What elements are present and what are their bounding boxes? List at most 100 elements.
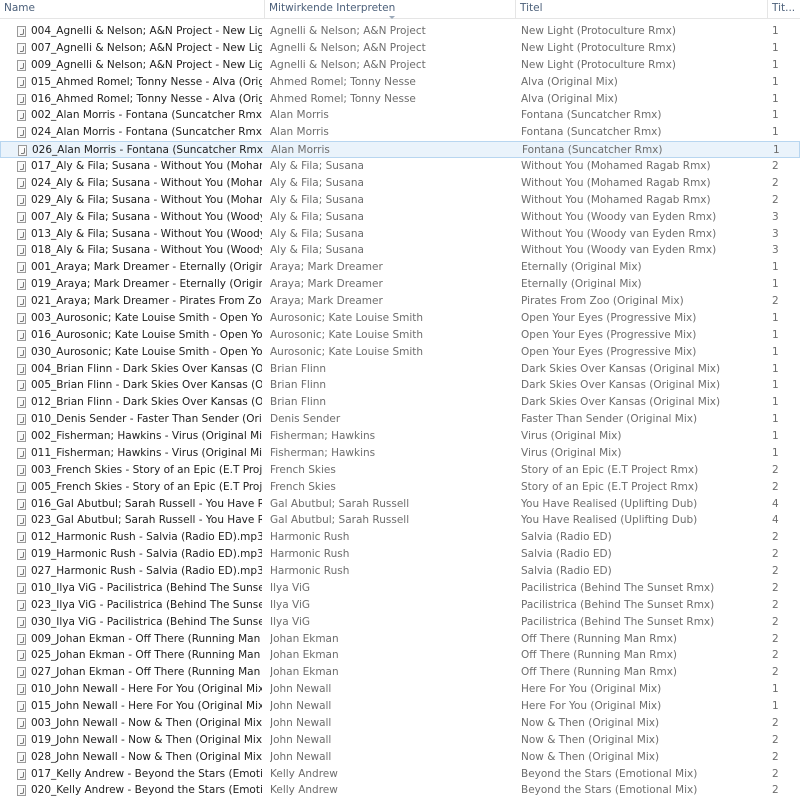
file-row[interactable]: 024_Aly & Fila; Susana - Without You (Mo… — [0, 175, 800, 192]
file-name: 012_Harmonic Rush - Salvia (Radio ED).mp… — [31, 531, 262, 544]
file-row[interactable]: 003_John Newall - Now & Then (Original M… — [0, 715, 800, 732]
file-artists: Aurosonic; Kate Louise Smith — [270, 328, 424, 341]
file-row[interactable]: 019_Araya; Mark Dreamer - Eternally (Ori… — [0, 276, 800, 293]
file-row[interactable]: 012_Brian Flinn - Dark Skies Over Kansas… — [0, 394, 800, 411]
audio-file-icon — [17, 684, 26, 696]
file-artists: Brian Flinn — [270, 362, 327, 375]
file-artists: Fisherman; Hawkins — [270, 430, 376, 442]
file-artists: Gal Abutbul; Sarah Russell — [270, 497, 410, 510]
audio-file-icon — [17, 549, 26, 561]
file-track-number: 1 — [772, 278, 779, 291]
file-row[interactable]: 011_Fisherman; Hawkins - Virus (Original… — [0, 445, 800, 462]
audio-file-icon — [17, 701, 26, 712]
file-row[interactable]: 024_Alan Morris - Fontana (Suncatcher Rm… — [0, 124, 800, 141]
file-row[interactable]: 002_Alan Morris - Fontana (Suncatcher Rm… — [0, 107, 800, 124]
column-header-track[interactable]: Tit... — [768, 0, 800, 18]
file-row[interactable]: 010_Ilya ViG - Pacilistrica (Behind The … — [0, 580, 800, 597]
file-row[interactable]: 010_Denis Sender - Faster Than Sender (O… — [0, 411, 800, 428]
audio-file-icon — [17, 76, 26, 88]
file-row[interactable]: 007_Aly & Fila; Susana - Without You (Wo… — [0, 209, 800, 226]
file-name: 027_Harmonic Rush - Salvia (Radio ED).mp… — [31, 565, 262, 577]
file-name: 010_Ilya ViG - Pacilistrica (Behind The … — [31, 581, 262, 594]
file-artists: Aly & Fila; Susana — [270, 160, 364, 172]
file-track-number: 1 — [772, 126, 779, 139]
column-header-title[interactable]: Titel — [516, 0, 768, 18]
file-track-number: 2 — [772, 632, 779, 645]
file-row[interactable]: 017_Kelly Andrew - Beyond the Stars (Emo… — [0, 766, 800, 783]
file-row[interactable]: 027_Johan Ekman - Off There (Running Man… — [0, 664, 800, 681]
file-name: 001_Araya; Mark Dreamer - Eternally (Ori… — [31, 261, 262, 274]
file-row[interactable]: 004_Brian Flinn - Dark Skies Over Kansas… — [0, 361, 800, 378]
file-name: 016_Ahmed Romel; Tonny Nesse - Alva (Ori… — [31, 92, 262, 105]
file-title: Story of an Epic (E.T Project Rmx) — [521, 480, 699, 493]
file-row[interactable]: 028_John Newall - Now & Then (Original M… — [0, 749, 800, 766]
file-title: Now & Then (Original Mix) — [521, 750, 660, 763]
file-title: Fontana (Suncatcher Rmx) — [522, 144, 663, 157]
file-row[interactable]: 003_Aurosonic; Kate Louise Smith - Open … — [0, 310, 800, 327]
file-title: Open Your Eyes (Progressive Mix) — [521, 311, 697, 324]
file-row[interactable]: 012_Harmonic Rush - Salvia (Radio ED).mp… — [0, 529, 800, 546]
column-header-name[interactable]: Name — [0, 0, 265, 18]
file-name: 010_John Newall - Here For You (Original… — [31, 683, 262, 696]
file-row[interactable]: 007_Agnelli & Nelson; A&N Project - New … — [0, 40, 800, 57]
file-name: 030_Ilya ViG - Pacilistrica (Behind The … — [31, 615, 262, 628]
file-artists: Denis Sender — [270, 413, 341, 426]
file-row[interactable]: 013_Aly & Fila; Susana - Without You (Wo… — [0, 226, 800, 243]
file-row[interactable]: 027_Harmonic Rush - Salvia (Radio ED).mp… — [0, 563, 800, 580]
file-row[interactable]: 016_Gal Abutbul; Sarah Russell - You Hav… — [0, 496, 800, 513]
file-track-number: 1 — [772, 75, 779, 88]
file-track-number: 1 — [772, 109, 779, 122]
file-track-number: 3 — [772, 210, 779, 223]
file-title: Off There (Running Man Rmx) — [521, 649, 678, 662]
file-artists: John Newall — [270, 700, 332, 712]
file-row[interactable]: 029_Aly & Fila; Susana - Without You (Mo… — [0, 192, 800, 209]
sort-indicator-icon — [389, 16, 395, 19]
file-row[interactable]: 001_Araya; Mark Dreamer - Eternally (Ori… — [0, 259, 800, 276]
file-row[interactable]: 015_Ahmed Romel; Tonny Nesse - Alva (Ori… — [0, 74, 800, 91]
file-artists: Alan Morris — [270, 126, 329, 139]
audio-file-icon — [17, 616, 26, 628]
file-row[interactable]: 030_Aurosonic; Kate Louise Smith - Open … — [0, 344, 800, 361]
file-row[interactable]: 009_Agnelli & Nelson; A&N Project - New … — [0, 57, 800, 74]
file-track-number: 2 — [772, 463, 779, 476]
file-row[interactable]: 016_Aurosonic; Kate Louise Smith - Open … — [0, 327, 800, 344]
file-row[interactable]: 017_Aly & Fila; Susana - Without You (Mo… — [0, 158, 800, 175]
file-row[interactable]: 009_Johan Ekman - Off There (Running Man… — [0, 631, 800, 648]
file-row[interactable]: 010_John Newall - Here For You (Original… — [0, 681, 800, 698]
file-row[interactable]: 021_Araya; Mark Dreamer - Pirates From Z… — [0, 293, 800, 310]
file-name: 015_Ahmed Romel; Tonny Nesse - Alva (Ori… — [31, 75, 262, 88]
file-row[interactable]: 019_Harmonic Rush - Salvia (Radio ED).mp… — [0, 546, 800, 563]
file-row[interactable]: 018_Aly & Fila; Susana - Without You (Wo… — [0, 242, 800, 259]
file-title: Without You (Woody van Eyden Rmx) — [521, 227, 717, 240]
file-row[interactable]: 025_Johan Ekman - Off There (Running Man… — [0, 647, 800, 664]
audio-file-icon — [17, 768, 26, 780]
file-row[interactable]: 026_Alan Morris - Fontana (Suncatcher Rm… — [0, 141, 800, 158]
file-name: 002_Alan Morris - Fontana (Suncatcher Rm… — [31, 109, 262, 122]
file-row[interactable]: 003_French Skies - Story of an Epic (E.T… — [0, 462, 800, 479]
audio-file-icon — [17, 397, 26, 409]
file-row[interactable]: 005_Brian Flinn - Dark Skies Over Kansas… — [0, 377, 800, 394]
file-row[interactable]: 019_John Newall - Now & Then (Original M… — [0, 732, 800, 749]
file-row[interactable]: 005_French Skies - Story of an Epic (E.T… — [0, 479, 800, 496]
file-row[interactable]: 016_Ahmed Romel; Tonny Nesse - Alva (Ori… — [0, 91, 800, 108]
file-name: 023_Ilya ViG - Pacilistrica (Behind The … — [31, 598, 262, 611]
audio-file-icon — [17, 194, 26, 206]
file-row[interactable]: 002_Fisherman; Hawkins - Virus (Original… — [0, 428, 800, 445]
file-row[interactable]: 023_Gal Abutbul; Sarah Russell - You Hav… — [0, 512, 800, 529]
file-title: Without You (Woody van Eyden Rmx) — [521, 210, 717, 223]
file-artists: Aly & Fila; Susana — [270, 210, 364, 223]
file-track-number: 1 — [772, 700, 779, 712]
audio-file-icon — [18, 145, 27, 157]
file-row[interactable]: 004_Agnelli & Nelson; A&N Project - New … — [0, 23, 800, 40]
file-row[interactable]: 030_Ilya ViG - Pacilistrica (Behind The … — [0, 614, 800, 631]
file-name: 007_Agnelli & Nelson; A&N Project - New … — [31, 41, 262, 54]
file-row[interactable]: 020_Kelly Andrew - Beyond the Stars (Emo… — [0, 782, 800, 799]
file-name: 003_John Newall - Now & Then (Original M… — [31, 716, 262, 729]
audio-file-icon — [17, 566, 26, 577]
file-track-number: 1 — [772, 413, 779, 426]
file-row[interactable]: 023_Ilya ViG - Pacilistrica (Behind The … — [0, 597, 800, 614]
file-track-number: 2 — [772, 531, 779, 544]
file-title: Story of an Epic (E.T Project Rmx) — [521, 463, 699, 476]
file-row[interactable]: 015_John Newall - Here For You (Original… — [0, 698, 800, 715]
file-track-number: 1 — [772, 58, 779, 71]
